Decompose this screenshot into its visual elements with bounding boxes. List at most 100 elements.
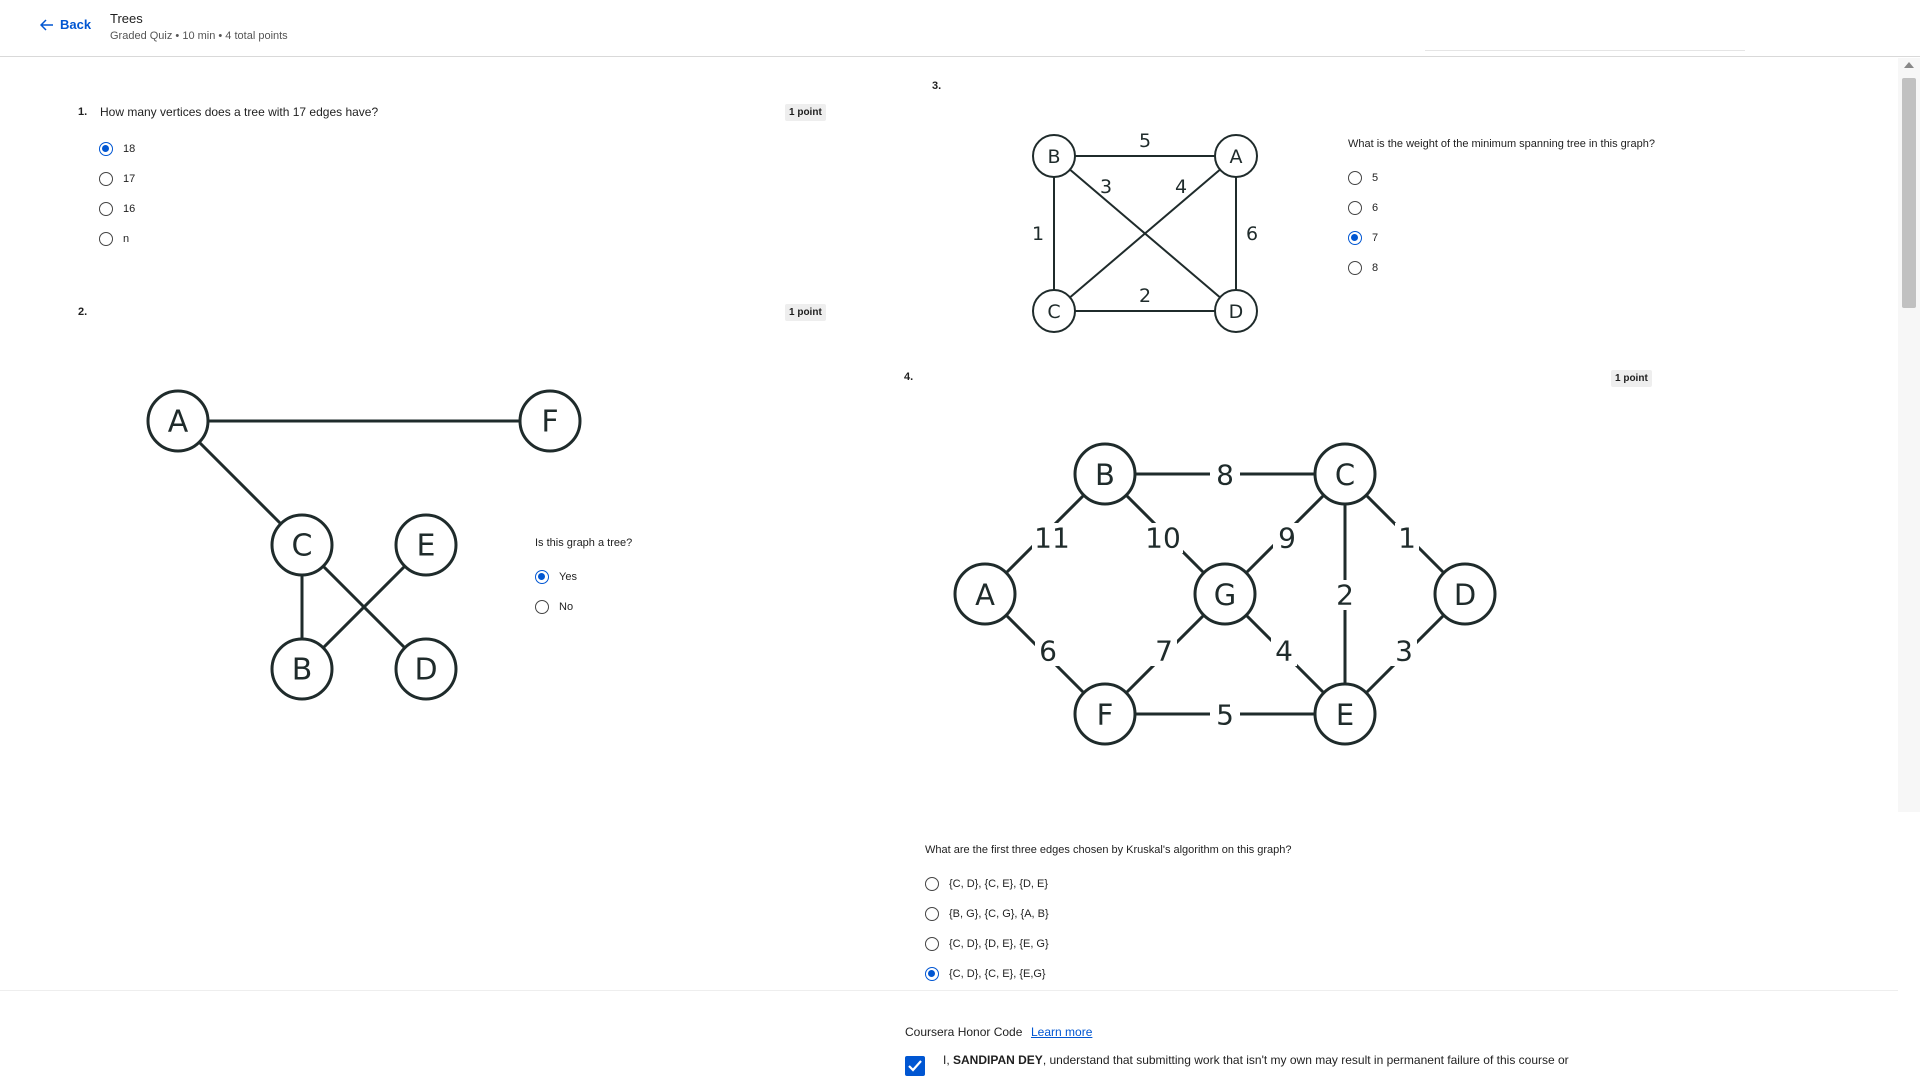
- node-label-f: F: [541, 405, 558, 440]
- option-label: 8: [1372, 262, 1379, 274]
- question-1-points-badge: 1 point: [785, 104, 826, 121]
- edge-weight-c-a: 4: [1175, 176, 1187, 198]
- edge-weight-b-c: 8: [1216, 459, 1234, 492]
- node-label-b: B: [1047, 146, 1060, 168]
- arrow-left-icon: [40, 18, 53, 31]
- question-3-option-4[interactable]: 8: [1348, 261, 1378, 275]
- radio-button[interactable]: [925, 907, 939, 921]
- edge-weight-d-e: 3: [1395, 635, 1413, 668]
- option-label: {C, D}, {D, E}, {E, G}: [949, 938, 1049, 950]
- radio-button-selected[interactable]: [925, 967, 939, 981]
- option-label: {B, G}, {C, G}, {A, B}: [949, 908, 1049, 920]
- scroll-up-arrow-icon[interactable]: [1904, 62, 1914, 68]
- honor-code-statement: I, SANDIPAN DEY, understand that submitt…: [943, 1053, 1569, 1067]
- edge-weight-a-b: 11: [1034, 522, 1070, 555]
- honor-statement-text: , understand that submitting work that i…: [1042, 1053, 1569, 1067]
- question-3-option-3[interactable]: 7: [1348, 231, 1378, 245]
- option-label: Yes: [559, 571, 577, 583]
- question-1-number: 1.: [78, 106, 88, 118]
- question-3-option-1[interactable]: 5: [1348, 171, 1378, 185]
- node-label-c: C: [1335, 458, 1355, 492]
- question-1-option-2[interactable]: 17: [99, 172, 135, 186]
- question-4-option-1[interactable]: {C, D}, {C, E}, {D, E}: [925, 877, 1048, 891]
- radio-button-selected[interactable]: [535, 570, 549, 584]
- radio-button-selected[interactable]: [1348, 231, 1362, 245]
- node-label-a: A: [1230, 146, 1243, 168]
- radio-button[interactable]: [99, 172, 113, 186]
- edge-weight-a-f: 6: [1039, 635, 1057, 668]
- question-4-option-3[interactable]: {C, D}, {D, E}, {E, G}: [925, 937, 1049, 951]
- option-label: {C, D}, {C, E}, {E,G}: [949, 968, 1046, 980]
- radio-button[interactable]: [1348, 171, 1362, 185]
- quiz-header: Back Trees Graded Quiz • 10 min • 4 tota…: [0, 0, 1920, 57]
- option-label: 7: [1372, 232, 1379, 244]
- node-label-b: B: [1095, 458, 1115, 492]
- question-4-points-badge: 1 point: [1611, 370, 1652, 387]
- edge-weight-b-d: 3: [1100, 176, 1112, 198]
- radio-button[interactable]: [925, 877, 939, 891]
- node-label-e: E: [1336, 698, 1354, 732]
- node-label-g: G: [1214, 578, 1236, 612]
- question-4-number: 4.: [904, 371, 914, 383]
- node-label-f: F: [1097, 698, 1114, 732]
- question-4-text: What are the first three edges chosen by…: [925, 844, 1292, 856]
- question-1-option-1[interactable]: 18: [99, 142, 135, 156]
- edge-weight-c-d: 1: [1398, 522, 1416, 555]
- edge-weight-b-g: 10: [1145, 522, 1181, 555]
- learn-more-link[interactable]: Learn more: [1031, 1025, 1092, 1039]
- question-1-text: How many vertices does a tree with 17 ed…: [100, 105, 379, 119]
- honor-code-title: Coursera Honor Code: [905, 1025, 1023, 1039]
- option-label: {C, D}, {C, E}, {D, E}: [949, 878, 1049, 890]
- edge-weight-c-d: 2: [1139, 285, 1151, 307]
- node-label-b: B: [292, 653, 313, 688]
- edge-weight-a-d: 6: [1246, 223, 1258, 245]
- edge-weight-b-a: 5: [1139, 130, 1151, 152]
- option-label: 17: [123, 173, 136, 185]
- question-2-graph: A F C E B D: [146, 389, 582, 701]
- question-2-number: 2.: [78, 306, 88, 318]
- option-label: 6: [1372, 202, 1379, 214]
- node-label-a: A: [168, 405, 189, 440]
- content-divider: [0, 990, 1898, 991]
- question-1-option-3[interactable]: 16: [99, 202, 135, 216]
- page-subtitle: Graded Quiz • 10 min • 4 total points: [110, 30, 288, 42]
- question-4-graph: B C A G D F E 8 11 10 9 1 2 6 7 4 3 5: [953, 442, 1497, 746]
- radio-button[interactable]: [925, 937, 939, 951]
- option-label: n: [123, 233, 130, 245]
- question-2-option-yes[interactable]: Yes: [535, 570, 577, 584]
- question-3-option-2[interactable]: 6: [1348, 201, 1378, 215]
- question-4-option-4[interactable]: {C, D}, {C, E}, {E,G}: [925, 967, 1046, 981]
- node-label-d: D: [414, 653, 437, 688]
- radio-button[interactable]: [1348, 201, 1362, 215]
- edge-weight-g-e: 4: [1275, 635, 1293, 668]
- radio-button[interactable]: [1348, 261, 1362, 275]
- learner-name: SANDIPAN DEY: [953, 1053, 1043, 1067]
- question-1-option-4[interactable]: n: [99, 232, 129, 246]
- scrollbar-thumb[interactable]: [1902, 78, 1916, 308]
- radio-button[interactable]: [99, 202, 113, 216]
- option-label: 16: [123, 203, 136, 215]
- edge-weight-f-g: 7: [1155, 635, 1173, 668]
- page-title: Trees: [110, 11, 143, 26]
- edge-weight-b-c: 1: [1032, 223, 1044, 245]
- question-3-text: What is the weight of the minimum spanni…: [1348, 138, 1655, 150]
- back-button[interactable]: Back: [40, 17, 91, 32]
- question-3-graph: B A C D 5 3 4 1 6 2: [1032, 130, 1258, 333]
- edge-weight-c-e: 2: [1336, 579, 1354, 612]
- question-2-option-no[interactable]: No: [535, 600, 573, 614]
- radio-button-selected[interactable]: [99, 142, 113, 156]
- node-label-d: D: [1454, 578, 1476, 612]
- radio-button[interactable]: [535, 600, 549, 614]
- node-label-d: D: [1229, 301, 1244, 323]
- edge-weight-g-c: 9: [1278, 522, 1296, 555]
- question-4-option-2[interactable]: {B, G}, {C, G}, {A, B}: [925, 907, 1049, 921]
- option-label: 18: [123, 143, 136, 155]
- node-label-e: E: [417, 529, 436, 564]
- edge-weight-f-e: 5: [1216, 699, 1234, 732]
- node-label-c: C: [292, 529, 313, 564]
- option-label: No: [559, 601, 574, 613]
- question-2-text: Is this graph a tree?: [535, 537, 633, 549]
- radio-button[interactable]: [99, 232, 113, 246]
- option-label: 5: [1372, 172, 1379, 184]
- honor-code-checkbox[interactable]: [905, 1056, 925, 1076]
